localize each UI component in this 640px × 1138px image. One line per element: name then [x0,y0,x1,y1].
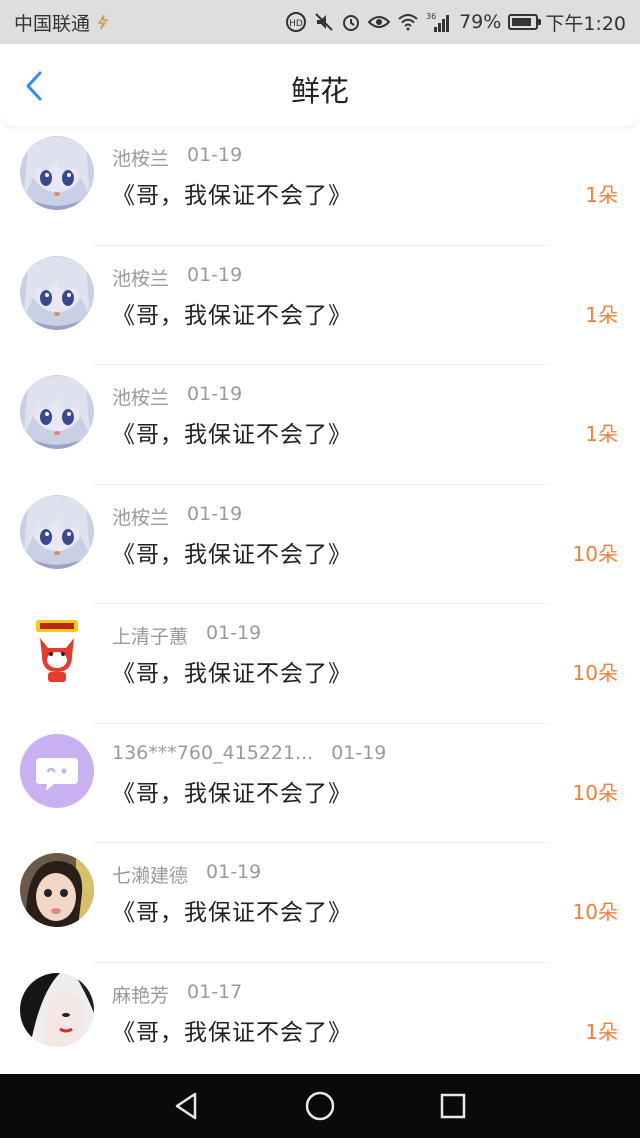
item-amount: 10朵 [572,541,618,566]
list-item[interactable]: 池桉兰 01-19 《哥，我保证不会了》 1朵 [0,246,640,365]
item-date: 01-19 [206,861,262,883]
item-amount: 1朵 [585,302,618,327]
alarm-icon [341,12,361,32]
item-username: 136***760_415221... [112,741,314,764]
item-amount: 10朵 [572,661,618,685]
item-book-title: 《哥，我保证不会了》 [112,780,352,807]
avatar[interactable] [20,494,94,569]
item-meta: 池桉兰 01-19 [112,144,242,171]
avatar[interactable] [20,255,94,330]
mute-icon [314,12,334,32]
status-bar: 中国联通 HD 36 79% 下午1:20 [0,0,640,44]
list-item[interactable]: 池桉兰 01-19 《哥，我保证不会了》 1朵 [0,126,640,246]
hd-icon: HD [285,11,307,33]
item-meta: 池桉兰 01-19 [112,264,242,291]
list-item[interactable]: 七濑建德 01-19 《哥，我保证不会了》 10朵 [0,843,640,963]
item-username: 池桉兰 [112,148,170,170]
item-date: 01-19 [187,502,243,525]
signal-icon: 36 [426,11,452,33]
item-meta: 池桉兰 01-19 [112,503,242,530]
item-meta: 七濑建德 01-19 [112,861,261,888]
nfc-icon [96,14,110,30]
network-label: 36 [426,12,436,21]
item-username: 池桉兰 [112,387,170,409]
item-date: 01-19 [187,383,243,405]
nav-home-button[interactable] [298,1084,342,1128]
item-username: 上清子蕙 [112,626,189,648]
item-book-title: 《哥，我保证不会了》 [112,183,352,209]
list-item[interactable]: 136***760_415221... 01-19 《哥，我保证不会了》 10朵 [0,724,640,843]
item-meta: 池桉兰 01-19 [112,383,242,410]
item-date: 01-19 [206,622,262,644]
item-book-title: 《哥，我保证不会了》 [112,661,352,687]
item-username: 麻艳芳 [112,984,170,1007]
app-header: 鲜花 [0,44,640,126]
item-username: 七濑建德 [112,865,189,887]
back-triangle-icon [175,1092,196,1120]
item-amount: 10朵 [572,900,618,924]
item-book-title: 《哥，我保证不会了》 [112,541,352,568]
avatar[interactable] [20,853,94,927]
gift-list[interactable]: 池桉兰 01-19 《哥，我保证不会了》 1朵 池桉兰 01-19 《哥，我保证… [0,126,640,1074]
status-left: 中国联通 [14,9,110,36]
back-button[interactable] [14,66,54,106]
item-book-title: 《哥，我保证不会了》 [112,422,352,448]
item-username: 池桉兰 [112,267,170,290]
list-item[interactable]: 池桉兰 01-19 《哥，我保证不会了》 10朵 [0,485,640,604]
carrier-name: 中国联通 [14,12,91,35]
item-book-title: 《哥，我保证不会了》 [112,1019,352,1046]
item-date: 01-17 [187,980,243,1003]
system-nav-bar [0,1074,640,1138]
battery-percent: 79% [459,11,502,33]
nav-recents-button[interactable] [431,1084,475,1128]
item-meta: 上清子蕙 01-19 [112,622,261,649]
nav-back-button[interactable] [165,1084,209,1128]
item-username: 池桉兰 [112,506,170,529]
wifi-icon [397,13,419,31]
svg-text:HD: HD [289,19,303,29]
item-date: 01-19 [331,741,387,764]
item-book-title: 《哥，我保证不会了》 [112,302,352,329]
list-item[interactable]: 麻艳芳 01-17 《哥，我保证不会了》 1朵 [0,963,640,1075]
eye-icon [368,14,391,30]
item-amount: 1朵 [585,1019,618,1044]
status-right: HD 36 79% 下午1:20 [285,9,626,36]
item-date: 01-19 [187,144,243,166]
item-amount: 1朵 [585,183,618,207]
item-date: 01-19 [187,263,243,286]
page-title: 鲜花 [290,74,349,108]
item-book-title: 《哥，我保证不会了》 [112,900,352,926]
recents-square-icon [441,1093,466,1119]
avatar[interactable] [20,614,94,688]
home-circle-icon [305,1091,335,1121]
list-item[interactable]: 池桉兰 01-19 《哥，我保证不会了》 1朵 [0,365,640,485]
list-item[interactable]: 上清子蕙 01-19 《哥，我保证不会了》 10朵 [0,604,640,724]
avatar[interactable] [20,375,94,449]
item-meta: 136***760_415221... 01-19 [112,742,386,764]
avatar[interactable] [20,972,94,1047]
clock: 下午1:20 [545,12,626,35]
chevron-left-icon [26,71,42,101]
avatar[interactable] [20,733,94,808]
battery-icon [508,14,542,30]
item-amount: 10朵 [572,780,618,805]
item-meta: 麻艳芳 01-17 [112,981,242,1008]
item-amount: 1朵 [585,422,618,446]
avatar[interactable] [20,136,94,210]
